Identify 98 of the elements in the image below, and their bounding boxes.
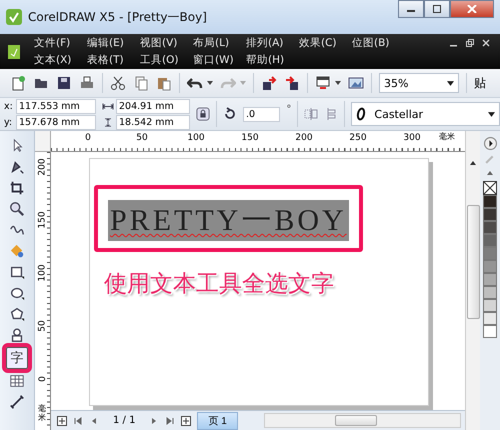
lock-icon[interactable] [196,107,210,121]
menu-item[interactable]: 窗口(W) [193,53,246,67]
copy-icon[interactable] [133,75,149,91]
ruler-unit: 毫米 [439,131,455,143]
ruler-label: 150 [38,210,48,228]
app-logo-icon [6,9,22,25]
ruler-label: 100 [38,264,48,282]
table-tool-icon[interactable] [8,372,26,390]
font-dropdown[interactable]: Castellar [351,102,500,126]
ruler-label: 150 [240,132,260,145]
restore-icon[interactable] [466,39,474,47]
menu-item[interactable]: 帮助(H) [246,53,299,67]
degree-label: ° [286,104,292,115]
field-label: y: [4,116,14,128]
menu-item[interactable]: 文件(F) [34,36,87,50]
printer-icon[interactable] [79,75,95,91]
font-type-icon [356,107,366,121]
window-title: CorelDRAW X5 - [Pretty一Boy] [28,8,207,26]
new-document-icon[interactable] [10,75,26,91]
import-icon[interactable] [261,75,277,91]
page-counter: 1 / 1 [113,415,136,426]
ruler-label: 50 [38,320,48,332]
menu-item[interactable]: 效果(C) [299,36,352,50]
minimize-button[interactable] [398,0,424,18]
rotation-field[interactable]: .0 [243,106,280,122]
dropdown-arrow-icon [447,80,454,86]
menu-item[interactable]: 视图(V) [140,36,193,50]
y-position-field[interactable]: 157.678 mm [16,114,96,130]
rotate-icon [223,107,237,121]
caret-icon[interactable] [207,81,213,85]
last-page-icon[interactable] [165,416,176,426]
undo-icon[interactable] [187,75,203,91]
color-swatch[interactable] [483,234,497,247]
color-swatch[interactable] [483,286,497,299]
crop-tool-icon[interactable] [8,179,26,197]
fill-tool-icon[interactable] [8,242,26,260]
add-page-icon[interactable] [57,416,67,426]
paste-icon[interactable] [156,75,172,91]
menu-item[interactable]: 编辑(E) [87,36,140,50]
scroll-up-icon[interactable] [470,161,476,165]
close-button[interactable] [450,0,494,18]
close-icon [467,5,477,13]
ruler-label: 300 [402,132,422,145]
annotation-caption: 使用文本工具全选文字 [104,270,334,299]
add-page-icon[interactable] [181,416,192,426]
color-swatch[interactable] [483,221,497,234]
scroll-up-icon[interactable] [487,171,493,175]
x-position-field[interactable]: 117.553 mm [16,98,96,114]
publish-icon[interactable] [315,75,331,91]
zoom-tool-icon[interactable] [8,200,26,218]
height-field[interactable]: 18.542 mm [116,114,190,130]
horizontal-scrollbar[interactable] [264,413,461,428]
dropdown-arrow-icon [488,112,495,116]
color-swatch[interactable] [483,273,497,286]
color-swatch[interactable] [483,325,497,338]
ruler-label: 200 [38,158,48,176]
width-icon [102,102,114,110]
document-icon [8,44,20,58]
scissors-icon[interactable] [110,75,126,91]
maximize-button[interactable] [424,0,450,18]
ruler-label: 100 [186,132,206,145]
ruler-label: 0 [84,132,92,145]
ruler-label: 0 [38,376,48,382]
menu-item[interactable]: 排列(A) [246,36,299,50]
menu-item[interactable]: 文本(X) [34,53,87,67]
artistic-text[interactable]: PRETTY一BOY [108,200,349,241]
height-icon [102,118,114,126]
vertical-scrollbar[interactable] [465,131,480,430]
ruler-label: 200 [294,132,314,145]
image-icon[interactable] [348,75,364,91]
ruler-label: 250 [348,132,368,145]
ruler-unit: 毫米 [38,405,47,423]
color-swatch[interactable] [483,208,497,221]
page-tab[interactable]: 页 1 [197,412,238,430]
caret-icon[interactable] [335,81,341,85]
color-swatch[interactable] [483,312,497,325]
connector-tool-icon[interactable] [8,393,26,411]
width-field[interactable]: 204.91 mm [116,98,190,114]
ruler-label: 50 [135,132,149,145]
maximize-icon [432,5,442,13]
palette-menu-icon[interactable] [484,137,496,150]
color-swatch[interactable] [483,260,497,273]
color-swatch[interactable] [483,247,497,260]
save-icon[interactable] [56,75,72,91]
close-icon[interactable] [482,39,490,47]
menu-item[interactable]: 布局(L) [193,36,246,50]
polygon-tool-icon[interactable] [8,305,26,323]
menu-item[interactable]: 表格(T) [87,53,140,67]
menu-item[interactable]: 工具(O) [140,53,193,67]
first-page-icon[interactable] [73,416,83,426]
zoom-dropdown[interactable]: 35% [379,73,459,93]
toolbar-label[interactable]: 贴 [474,74,486,92]
field-label: x: [4,100,14,112]
menu-item[interactable]: 位图(B) [352,36,405,50]
export-icon[interactable] [284,75,300,91]
color-swatch[interactable] [483,299,497,312]
color-swatch[interactable] [483,195,497,208]
no-color-swatch[interactable] [483,181,497,195]
